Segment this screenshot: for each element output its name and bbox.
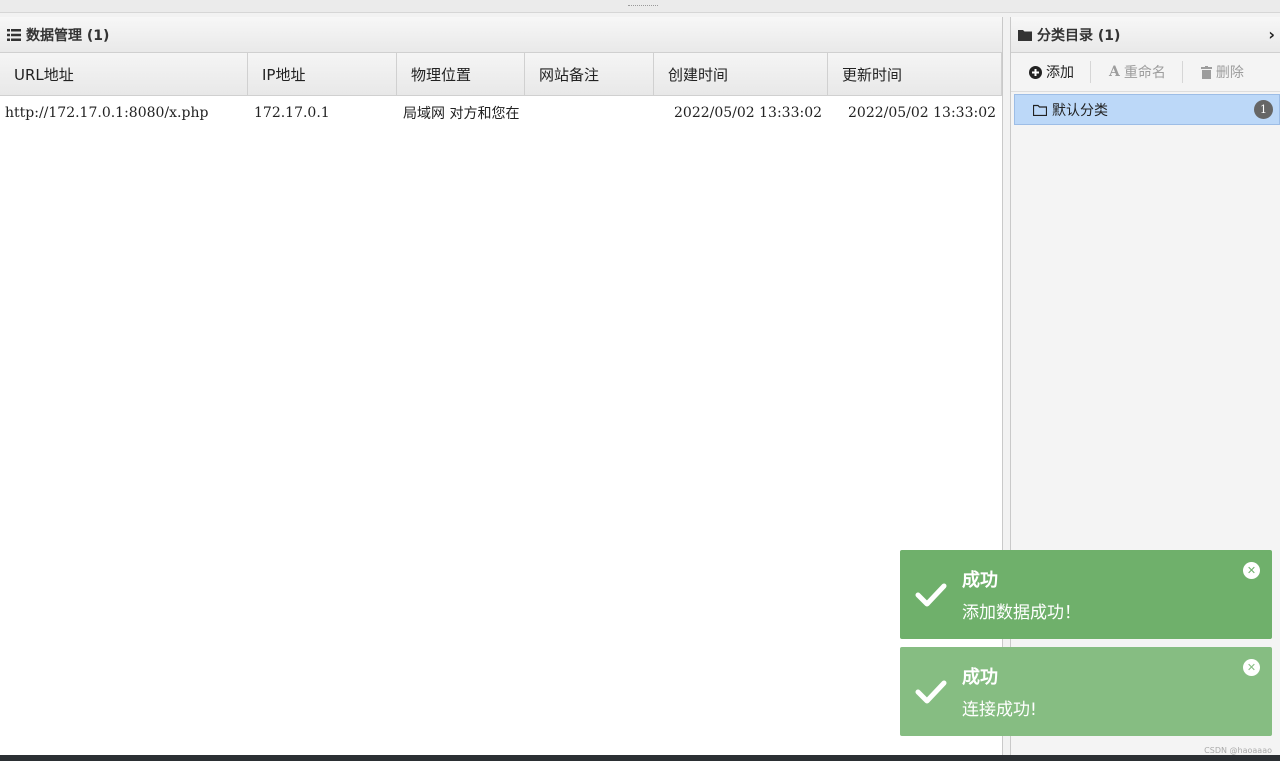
folder-open-icon (1033, 104, 1047, 116)
toast-message: 添加数据成功！ (962, 603, 1081, 623)
grid-header: URL地址 IP地址 物理位置 网站备注 创建时间 更新时间 (0, 53, 1002, 96)
cell-url: http://172.17.0.1:8080/x.php (5, 105, 209, 121)
check-icon (900, 582, 962, 608)
list-icon (7, 28, 21, 41)
close-icon[interactable]: ✕ (1243, 659, 1260, 676)
cell-updated: 2022/05/02 13:33:02 (848, 105, 997, 121)
column-header-created[interactable]: 创建时间 (654, 53, 828, 95)
rename-label: 重命名 (1123, 65, 1166, 81)
rename-category-button[interactable]: A 重命名 (1091, 60, 1182, 84)
column-header-updated[interactable]: 更新时间 (828, 53, 1002, 95)
data-management-header: 数据管理 (1) (0, 17, 1002, 53)
table-row[interactable]: http://172.17.0.1:8080/x.php 172.17.0.1 … (0, 96, 1002, 130)
add-category-button[interactable]: 添加 (1011, 60, 1090, 84)
data-management-title: 数据管理 (1) (26, 27, 110, 44)
category-label: 默认分类 (1052, 102, 1108, 119)
category-item-default[interactable]: 默认分类 1 (1014, 94, 1280, 125)
column-header-note[interactable]: 网站备注 (525, 53, 654, 95)
count-badge: 1 (1254, 100, 1273, 119)
splitter-grip[interactable] (628, 5, 658, 6)
watermark: CSDN @haoaaao (1204, 746, 1272, 755)
top-splitter[interactable] (0, 0, 1280, 13)
data-management-panel: 数据管理 (1) URL地址 IP地址 物理位置 网站备注 创建时间 更新时间 … (0, 17, 1003, 755)
bottom-strip (0, 755, 1280, 761)
delete-category-button[interactable]: 删除 (1183, 60, 1260, 84)
delete-label: 删除 (1215, 65, 1244, 81)
trash-icon (1200, 65, 1212, 79)
chevron-right-icon[interactable]: › (1268, 25, 1275, 44)
toast-notification: 成功 连接成功! ✕ (900, 647, 1272, 736)
folder-icon (1018, 29, 1032, 41)
toast-message: 连接成功! (962, 700, 1037, 720)
cell-created: 2022/05/02 13:33:02 (674, 105, 823, 121)
category-title: 分类目录 (1) (1037, 27, 1121, 44)
category-toolbar: 添加 A 重命名 删除 (1011, 53, 1280, 92)
toast-title: 成功 (962, 667, 998, 688)
category-header: 分类目录 (1) › (1011, 17, 1280, 53)
cell-ip: 172.17.0.1 (254, 105, 330, 121)
column-header-url[interactable]: URL地址 (0, 53, 248, 95)
column-header-ip[interactable]: IP地址 (248, 53, 397, 95)
font-icon: A (1109, 64, 1120, 80)
category-panel: 分类目录 (1) › 添加 A 重命名 删除 默认分类 1 (1010, 17, 1280, 755)
check-icon (900, 679, 962, 705)
toast-notification: 成功 添加数据成功！ ✕ (900, 550, 1272, 639)
toast-title: 成功 (962, 570, 998, 591)
cell-location: 局域网 对方和您在 (403, 106, 520, 122)
close-icon[interactable]: ✕ (1243, 562, 1260, 579)
add-label: 添加 (1046, 65, 1074, 81)
column-header-location[interactable]: 物理位置 (397, 53, 525, 95)
plus-circle-icon (1029, 65, 1042, 79)
